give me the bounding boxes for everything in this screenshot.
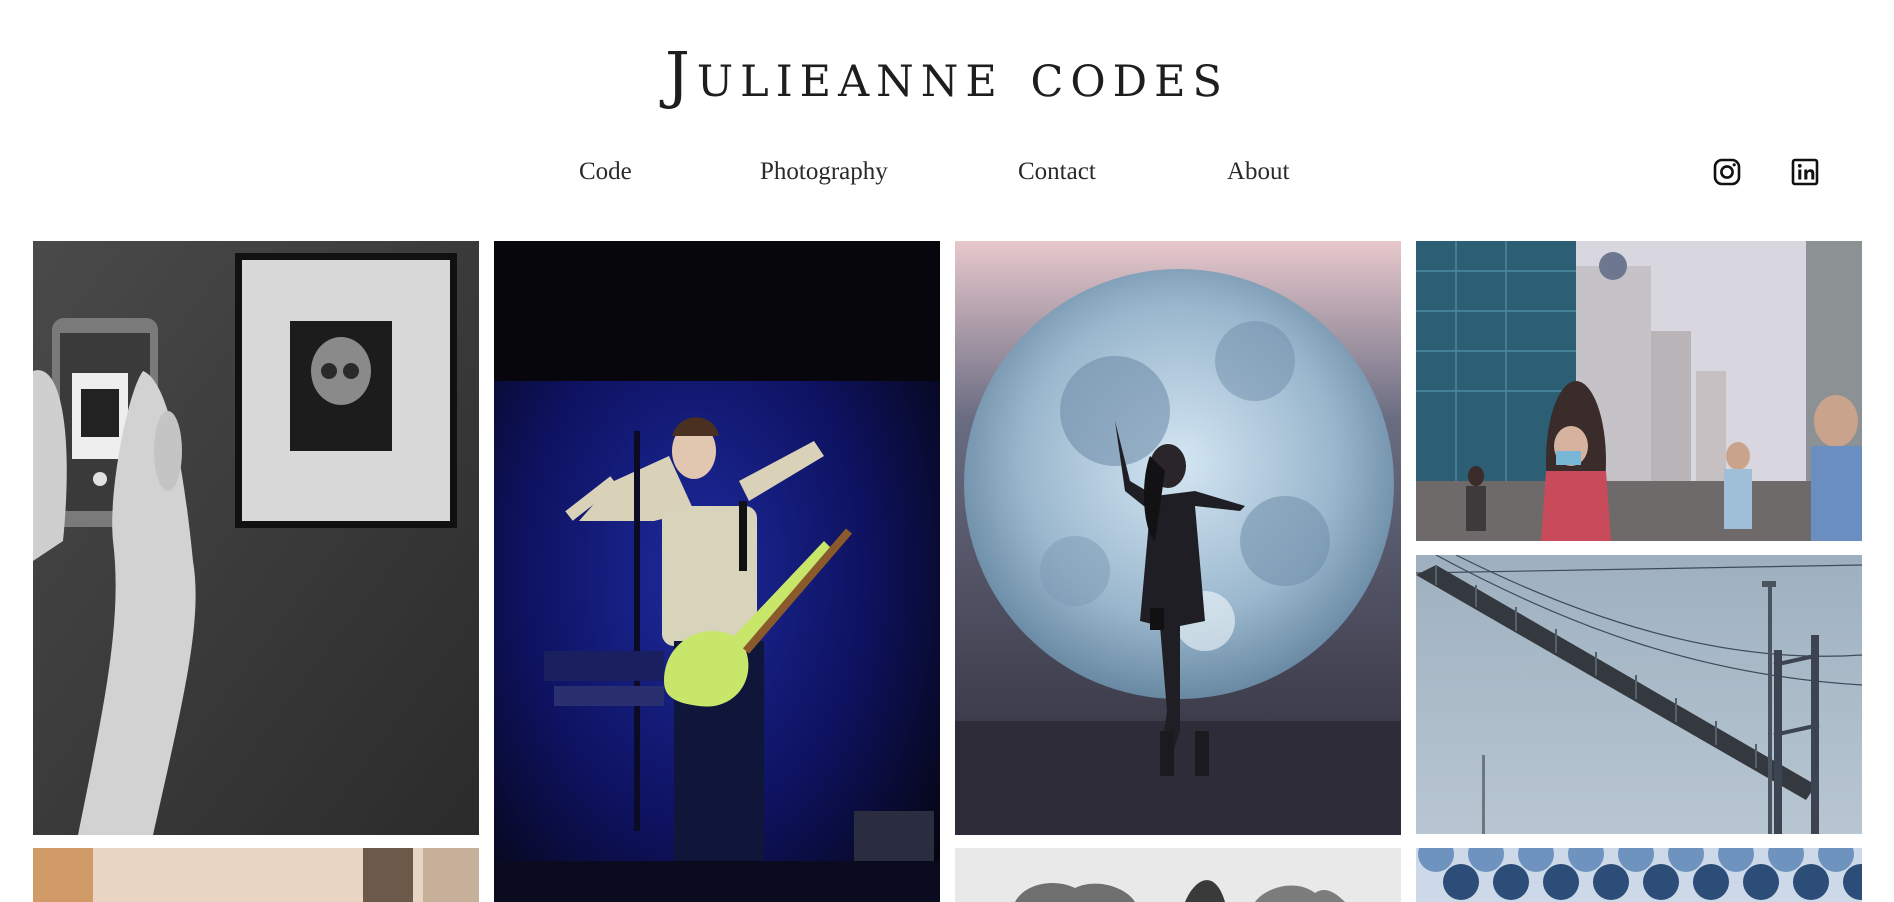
nav-link-about[interactable]: About [1227, 152, 1290, 192]
photo-suspension-bridge[interactable] [1416, 555, 1862, 834]
photo-city-street[interactable] [1416, 241, 1862, 541]
linkedin-icon[interactable] [1790, 157, 1820, 187]
photo-fish-scale-pattern[interactable] [1416, 848, 1862, 902]
photo-moon-silhouette[interactable] [955, 241, 1401, 835]
nav-link-photography[interactable]: Photography [760, 152, 888, 192]
main-nav: Code Photography Contact About [0, 152, 1894, 192]
photo-warm-interior[interactable] [33, 848, 479, 902]
photo-gallery-visitor[interactable] [33, 241, 479, 835]
site-title[interactable]: Julieanne codes [0, 40, 1894, 110]
instagram-icon[interactable] [1712, 157, 1742, 187]
photo-bw-trees[interactable] [955, 848, 1401, 902]
photo-guitarist-on-stage[interactable] [494, 241, 940, 902]
nav-link-contact[interactable]: Contact [1018, 152, 1096, 192]
nav-link-code[interactable]: Code [579, 152, 632, 192]
